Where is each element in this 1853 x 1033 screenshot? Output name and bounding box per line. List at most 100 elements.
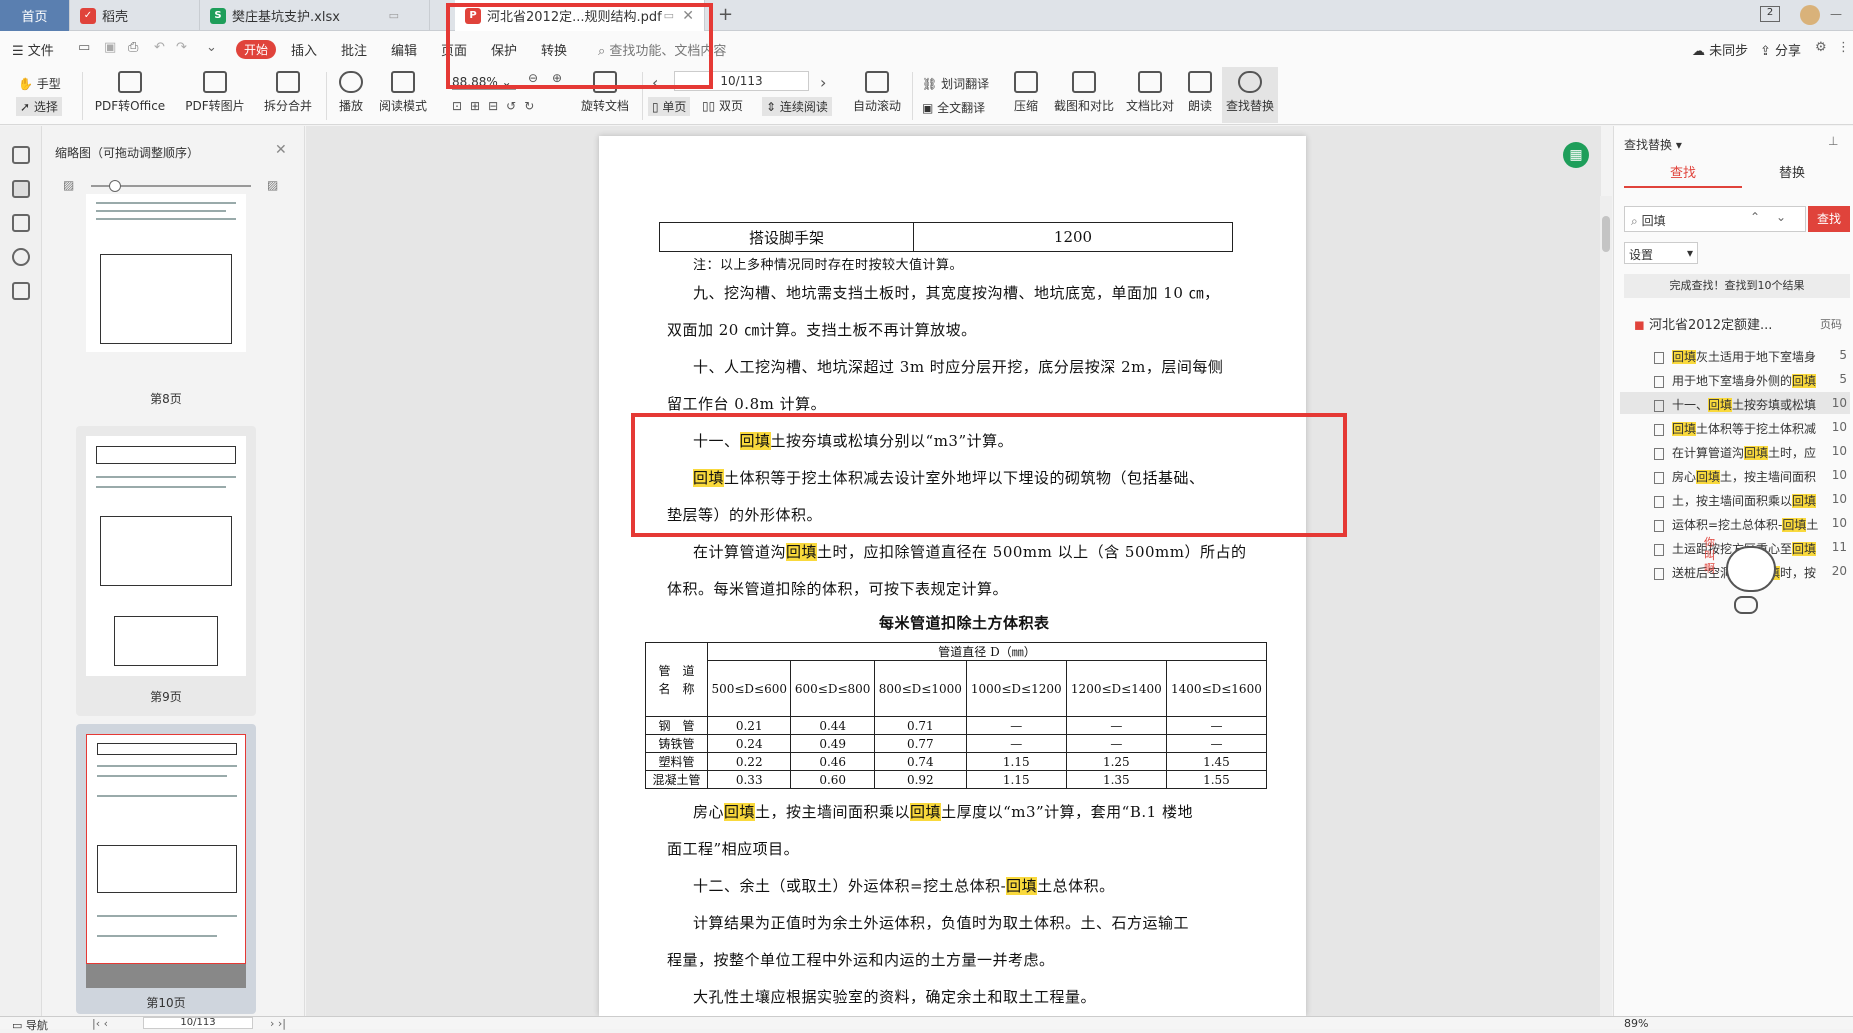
table-cell: — (1165, 716, 1268, 735)
first-page-icon[interactable]: |‹ ‹ (92, 1017, 108, 1030)
share-button[interactable]: ⇪ 分享 (1760, 40, 1801, 59)
compress-button[interactable]: 压缩 (1010, 71, 1042, 114)
pdf-to-image-button[interactable]: PDF转图片 (180, 71, 250, 114)
result-doc-header: ◼ 河北省2012定额建... (1634, 314, 1772, 333)
open-icon[interactable]: ▭ (78, 40, 90, 55)
speaker-icon (1188, 71, 1212, 93)
next-page-icon[interactable]: › (820, 73, 826, 92)
play-button[interactable]: 播放 (334, 71, 368, 114)
thumb-table (114, 616, 218, 666)
rb-label: 旋转文档 (580, 99, 629, 113)
tab-xlsx[interactable]: S 樊庄基坑支护.xlsx ▭ (200, 0, 430, 31)
tab-home-label: 首页 (21, 10, 48, 25)
tab-home[interactable]: 首页 (0, 0, 70, 31)
document-icon (1654, 399, 1664, 412)
table-cell: 混凝土管 (645, 770, 708, 789)
tab-label: 樊庄基坑支护.xlsx (232, 10, 340, 25)
avatar[interactable] (1800, 5, 1820, 25)
auto-scroll-button[interactable]: 自动滚动 (846, 71, 908, 114)
minimize-icon[interactable]: — (1830, 7, 1842, 21)
split-merge-button[interactable]: 拆分合并 (256, 71, 320, 114)
print-icon[interactable]: ⎙ (128, 40, 138, 55)
table-header-cell: 500≤D≤600 (706, 660, 792, 717)
menu-start[interactable]: 开始 (236, 40, 276, 59)
rb-label: 文档比对 (1125, 99, 1174, 113)
close-icon[interactable]: ✕ (275, 142, 287, 158)
attachment-icon[interactable] (12, 248, 30, 266)
result-page: 10 (1831, 516, 1847, 530)
new-tab-icon[interactable]: + (718, 4, 733, 25)
read-mode-button[interactable]: 阅读模式 (376, 71, 430, 114)
thumbnail-page-10[interactable]: 第10页 (76, 724, 256, 1014)
table-cell: 0.33 (706, 770, 792, 789)
paragraph-line: 双面加 20 ㎝计算。支挡土板不再计算放坡。 (667, 321, 977, 339)
save-icon[interactable]: ▣ (104, 40, 116, 55)
tab-find[interactable]: 查找 (1624, 162, 1742, 188)
mascot-face (1726, 546, 1776, 592)
comment-icon[interactable] (12, 214, 30, 232)
table-cell: 0.22 (706, 752, 792, 771)
prev-result-icon[interactable]: ⌃ (1750, 210, 1760, 224)
menu-insert[interactable]: 插入 (291, 40, 317, 59)
tab-daoke[interactable]: ✓ 稻壳 (70, 0, 200, 31)
rb-label: 自动滚动 (852, 99, 901, 113)
document-icon (1654, 567, 1664, 580)
more-icon[interactable]: ⋮ (1837, 40, 1850, 55)
result-page: 10 (1831, 420, 1847, 434)
read-aloud-button[interactable]: 朗读 (1184, 71, 1216, 114)
word-translate-button[interactable]: ⛓ 划词翻译 (922, 75, 989, 92)
tab-replace[interactable]: 替换 (1742, 162, 1842, 188)
undo-icon[interactable]: ↶ (154, 40, 165, 55)
screenshot-compare-button[interactable]: 截图和对比 (1052, 71, 1116, 114)
menu-file[interactable]: ☰ 文件 (12, 40, 54, 59)
large-image-icon[interactable]: ▨ (267, 178, 278, 192)
bookmark-icon[interactable] (12, 146, 30, 164)
small-image-icon[interactable]: ▨ (63, 178, 74, 192)
next-result-icon[interactable]: ⌄ (1776, 210, 1786, 224)
find-button[interactable]: 查找 (1808, 206, 1850, 232)
note-text: 注：以上多种情况同时存在时按较大值计算。 (693, 258, 964, 273)
signature-icon[interactable] (12, 282, 30, 300)
rb-label: 阅读模式 (378, 99, 427, 113)
window-count-icon[interactable]: 2 (1760, 6, 1780, 22)
doc-compare-button[interactable]: 文档比对 (1124, 71, 1176, 114)
result-page: 10 (1831, 468, 1847, 482)
status-page-input[interactable]: 10/113 (143, 1017, 253, 1029)
menu-edit[interactable]: 编辑 (391, 40, 417, 59)
table-cell: 0.74 (873, 752, 967, 771)
zoom-status[interactable]: 89% (1624, 1017, 1648, 1030)
find-replace-button[interactable]: 查找替换 (1222, 67, 1278, 123)
settings-select[interactable]: 设置 ▾ (1624, 242, 1698, 264)
double-page-button[interactable]: ▯▯ 双页 (702, 97, 743, 114)
settings-icon[interactable]: ⚙ (1815, 40, 1827, 55)
select-tool[interactable]: ➚ 选择 (16, 97, 62, 116)
pin-icon[interactable]: ▭ (389, 9, 399, 22)
hand-tool[interactable]: ✋ 手型 (18, 75, 61, 92)
thumbnail-page-9[interactable]: 第9页 (76, 426, 256, 716)
continuous-read-button[interactable]: ⇕ 连续阅读 (762, 97, 832, 116)
redo-icon[interactable]: ↷ (176, 40, 187, 55)
thumb-line (96, 218, 236, 220)
search-highlight: 回填 (1672, 350, 1697, 364)
search-highlight: 回填 (1782, 518, 1807, 532)
pin-icon[interactable]: ⊥ (1828, 134, 1838, 148)
chevron-down-icon[interactable]: ⌄ (206, 40, 217, 55)
pdf-to-office-button[interactable]: PDF转Office (90, 71, 170, 114)
excel-float-icon[interactable]: ▦ (1563, 142, 1589, 168)
scrollbar-thumb[interactable] (1602, 216, 1610, 252)
result-page: 10 (1831, 492, 1847, 506)
full-translate-button[interactable]: ▣ 全文翻译 (922, 99, 985, 116)
thumbnail-icon[interactable] (12, 180, 30, 198)
single-page-button[interactable]: ▯ 单页 (648, 97, 691, 116)
nav-button[interactable]: ▭ 导航 (12, 1017, 48, 1033)
vertical-scrollbar[interactable] (1600, 196, 1612, 1016)
table-cell: 搭设脚手架 (659, 222, 914, 252)
sync-status[interactable]: ☁ 未同步 (1692, 40, 1748, 59)
last-page-icon[interactable]: › ›| (270, 1017, 286, 1030)
search-highlight: 回填 (1792, 374, 1817, 388)
sync-label: 未同步 (1709, 44, 1749, 59)
table-cell: 1.15 (965, 752, 1067, 771)
split-icon (276, 71, 300, 93)
menu-annotate[interactable]: 批注 (341, 40, 367, 59)
fit-tools[interactable]: ⊡⊞⊟↺↻ (452, 99, 562, 113)
